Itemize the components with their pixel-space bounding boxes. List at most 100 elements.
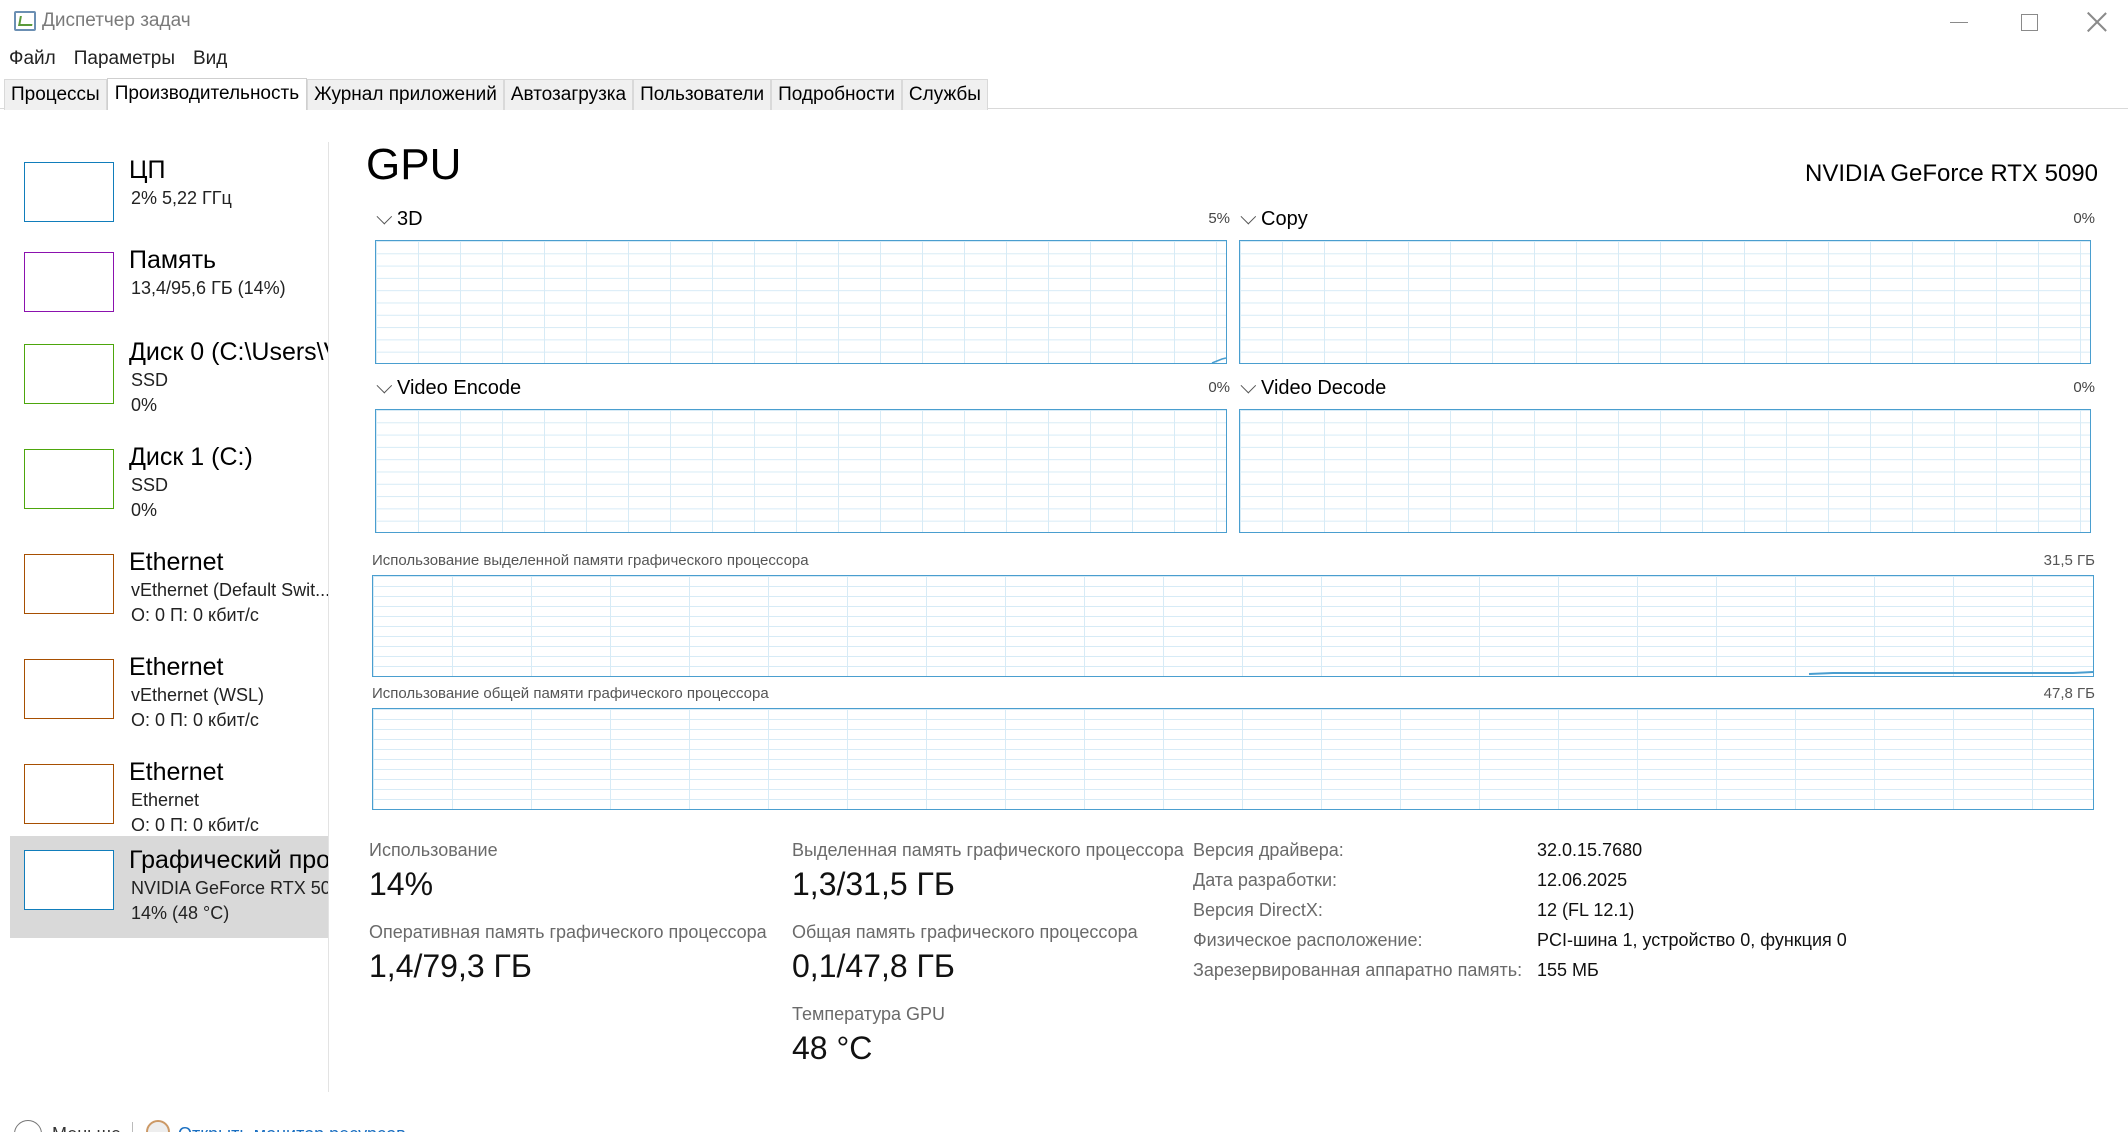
physical-location-value: PCI-шина 1, устройство 0, функция 0 (1537, 930, 1847, 950)
sidebar-item-value: 14% (48 °C) (131, 903, 230, 923)
reserved-memory-value: 155 МБ (1537, 960, 1599, 980)
tab-startup[interactable]: Автозагрузка (503, 79, 634, 110)
close-button[interactable] (2062, 0, 2128, 44)
tab-services[interactable]: Службы (901, 79, 988, 110)
less-details-link[interactable]: Меньше (52, 1124, 121, 1132)
engine-percent: 0% (2073, 210, 2095, 227)
memory-mini-graph (24, 252, 114, 312)
engine-graph-copy (1239, 240, 2091, 364)
physical-location-label: Физическое расположение: (1193, 930, 1423, 950)
ethernet-mini-graph (24, 554, 114, 614)
usage-label: Использование (369, 840, 498, 860)
sidebar-item-detail: 2% 5,22 ГГц (131, 188, 232, 208)
ethernet-mini-graph (24, 659, 114, 719)
sidebar-divider (328, 142, 329, 1092)
engine-selector-copy[interactable]: Copy (1240, 208, 1308, 231)
engine-selector-video-encode[interactable]: Video Encode (376, 377, 521, 400)
engine-selector-video-decode[interactable]: Video Decode (1240, 377, 1386, 400)
engine-graph-3d (375, 240, 1227, 364)
gpu-temp-value: 48 °C (792, 1030, 873, 1066)
sidebar-item-disk-0[interactable]: Диск 0 (C:\Users\V SSD 0% (10, 318, 328, 420)
sidebar-item-value: 0% (131, 395, 158, 415)
sidebar-item-value: 0% (131, 500, 158, 520)
engine-selector-3d[interactable]: 3D (376, 208, 423, 231)
driver-version-value: 32.0.15.7680 (1537, 840, 1643, 860)
shared-memory-graph (372, 708, 2094, 810)
chevron-down-icon (376, 208, 393, 225)
tab-processes[interactable]: Процессы (4, 79, 107, 110)
bottom-bar: Меньше Открыть монитор ресурсов (0, 1110, 2128, 1132)
maximize-button[interactable] (1994, 0, 2064, 44)
title-bar: Диспетчер задач (0, 0, 2128, 44)
menu-bar: Файл Параметры Вид (0, 46, 236, 72)
gpu-mini-graph (24, 850, 114, 910)
dedicated-memory-label: Выделенная память графического процессор… (792, 840, 1184, 860)
disk-0-mini-graph (24, 344, 114, 404)
chevron-down-icon (1240, 208, 1257, 225)
gpu-model-name: NVIDIA GeForce RTX 5090 (1804, 160, 2098, 187)
chevron-up-icon[interactable] (14, 1120, 42, 1132)
menu-options[interactable]: Параметры (65, 46, 184, 72)
tab-app-history[interactable]: Журнал приложений (307, 79, 504, 110)
sidebar-item-title: Ethernet (129, 653, 224, 681)
menu-file[interactable]: Файл (0, 46, 65, 72)
maximize-icon (2020, 13, 2038, 31)
engine-name: Copy (1261, 208, 1308, 230)
tab-performance[interactable]: Производительность (106, 78, 308, 110)
chevron-down-icon (376, 377, 393, 394)
engine-percent: 0% (2073, 379, 2095, 396)
sidebar-item-detail: 13,4/95,6 ГБ (14%) (131, 278, 286, 298)
sidebar-item-detail: SSD (131, 370, 169, 390)
sidebar-item-detail: vEthernet (WSL) (131, 685, 265, 705)
sidebar-item-title: Ethernet (129, 758, 224, 786)
sidebar-item-detail: Ethernet (131, 790, 200, 810)
task-manager-icon (14, 11, 36, 31)
driver-version-label: Версия драйвера: (1193, 840, 1344, 860)
dedicated-memory-value: 1,3/31,5 ГБ (792, 866, 955, 902)
tab-users[interactable]: Пользователи (633, 79, 772, 110)
page-title: GPU (366, 140, 462, 189)
engine-graph-video-encode (375, 409, 1227, 533)
engine-name: Video Decode (1261, 377, 1387, 399)
dedicated-memory-graph-label: Использование выделенной памяти графичес… (372, 552, 809, 569)
sidebar-item-cpu[interactable]: ЦП 2% 5,22 ГГц (10, 136, 328, 238)
sidebar-item-memory[interactable]: Память 13,4/95,6 ГБ (14%) (10, 226, 328, 328)
menu-view[interactable]: Вид (184, 46, 236, 72)
sidebar-item-value: О: 0 П: 0 кбит/с (131, 605, 259, 625)
tab-details[interactable]: Подробности (771, 79, 902, 110)
sidebar-item-detail: vEthernet (Default Swit... (131, 580, 328, 600)
driver-date-label: Дата разработки: (1193, 870, 1338, 890)
sidebar-item-title: Память (129, 246, 217, 274)
disk-1-mini-graph (24, 449, 114, 509)
cpu-mini-graph (24, 162, 114, 222)
minimize-button[interactable] (1924, 0, 1994, 44)
sidebar-item-value: О: 0 П: 0 кбит/с (131, 815, 259, 835)
sidebar-item-title: Графический проц (129, 846, 328, 874)
gpu-temp-label: Температура GPU (792, 1004, 946, 1024)
sidebar-item-title: Диск 0 (C:\Users\V (129, 338, 328, 366)
bottom-divider (132, 1122, 133, 1132)
minimize-icon (1950, 21, 1968, 23)
sidebar-item-disk-1[interactable]: Диск 1 (C:) SSD 0% (10, 423, 328, 525)
sidebar-item-ethernet-wsl[interactable]: Ethernet vEthernet (WSL) О: 0 П: 0 кбит/… (10, 633, 328, 735)
sidebar-item-title: Ethernet (129, 548, 224, 576)
sidebar-item-title: ЦП (129, 156, 166, 184)
reserved-memory-label: Зарезервированная аппаратно память: (1193, 960, 1523, 980)
directx-version-value: 12 (FL 12.1) (1537, 900, 1635, 920)
engine-graph-video-decode (1239, 409, 2091, 533)
engine-name: Video Encode (397, 377, 522, 399)
shared-memory-label: Общая память графического процессора (792, 922, 1138, 942)
resource-monitor-icon (146, 1120, 170, 1132)
engine-name: 3D (397, 208, 423, 230)
close-icon (2086, 11, 2108, 33)
driver-date-value: 12.06.2025 (1537, 870, 1628, 890)
sidebar-item-ethernet[interactable]: Ethernet Ethernet О: 0 П: 0 кбит/с (10, 738, 328, 840)
gpu-ram-value: 1,4/79,3 ГБ (369, 948, 532, 984)
sidebar-item-detail: SSD (131, 475, 169, 495)
open-resource-monitor-link[interactable]: Открыть монитор ресурсов (178, 1124, 406, 1132)
sidebar-item-ethernet-default[interactable]: Ethernet vEthernet (Default Swit... О: 0… (10, 528, 328, 630)
window-title: Диспетчер задач (42, 10, 191, 31)
usage-value: 14% (369, 866, 434, 902)
ethernet-mini-graph (24, 764, 114, 824)
sidebar-item-gpu[interactable]: Графический проц NVIDIA GeForce RTX 509 … (10, 836, 328, 938)
